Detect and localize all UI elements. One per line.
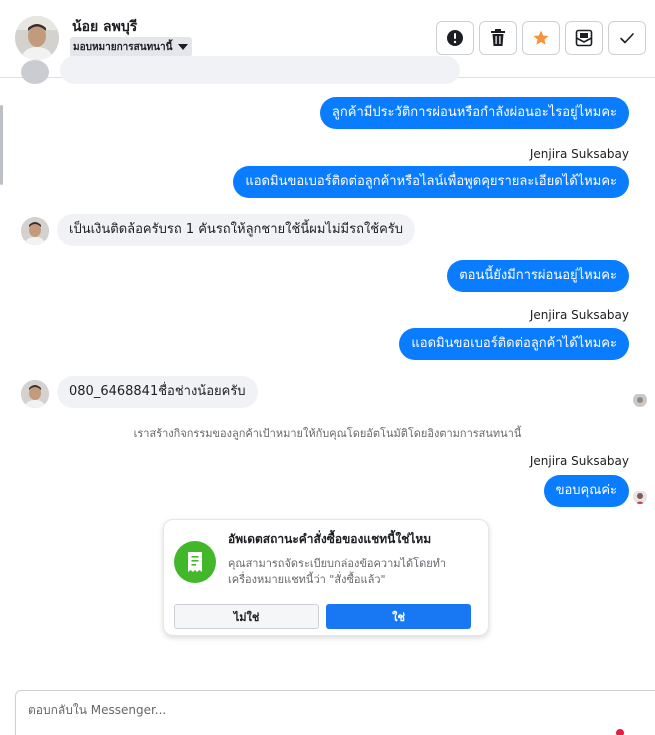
reply-composer — [15, 690, 655, 735]
contact-avatar-small — [21, 217, 49, 245]
envelope-icon — [575, 29, 593, 47]
assign-conversation-dropdown[interactable]: มอบหมายการสนทนานี้ — [70, 37, 193, 57]
message-bubble-partial — [60, 56, 460, 84]
card-title: อัพเดตสถานะคำสั่งซื้อของแชทนี้ใช่ไหม — [228, 532, 432, 546]
contact-avatar-small — [21, 60, 49, 84]
trash-icon — [491, 29, 505, 46]
receipt-icon — [174, 541, 216, 583]
mark-done-button[interactable] — [608, 21, 646, 55]
system-note: เราสร้างกิจกรรมของลูกค้าเป้าหมายให้กับคุ… — [133, 427, 522, 440]
yes-button[interactable]: ใช่ — [326, 604, 471, 629]
chevron-down-icon — [178, 44, 189, 50]
sender-name: Jenjira Suksabay — [529, 454, 629, 468]
delete-button[interactable] — [479, 21, 517, 55]
seen-avatar — [633, 490, 647, 504]
message-bubble: แอดมินขอเบอร์ติดต่อลูกค้าได้ไหมคะ — [399, 328, 629, 360]
star-button[interactable] — [522, 21, 560, 55]
alert-icon — [447, 30, 463, 46]
scrollbar[interactable] — [0, 105, 3, 185]
message-bubble: แอดมินขอเบอร์ติดต่อลูกค้าหรือไลน์เพื่อพู… — [233, 166, 629, 198]
check-icon — [620, 33, 634, 44]
message-bubble: เป็นเงินติดล้อครับรถ 1 คันรถให้ลูกชายใช้… — [57, 214, 416, 246]
mark-spam-button[interactable] — [436, 21, 474, 55]
message-bubble: ขอบคุณค่ะ — [543, 475, 629, 507]
message-bubble: ตอนนี้ยังมีการผ่อนอยู่ไหมคะ — [447, 260, 629, 292]
sender-name: Jenjira Suksabay — [529, 308, 629, 322]
assign-label: มอบหมายการสนทนานี้ — [73, 41, 173, 53]
no-button[interactable]: ไม่ใช่ — [174, 604, 319, 629]
card-body: คุณสามารถจัดระเบียบกล่องข้อความได้โดยทำเ… — [228, 557, 447, 586]
order-status-card: อัพเดตสถานะคำสั่งซื้อของแชทนี้ใช่ไหม คุณ… — [163, 519, 489, 636]
notification-dot — [616, 729, 624, 735]
message-bubble: 080_6468841ชื่อช่างน้อยครับ — [57, 376, 258, 408]
reply-input[interactable] — [28, 703, 588, 717]
mark-unread-button[interactable] — [565, 21, 603, 55]
contact-avatar-small — [21, 380, 49, 408]
seen-avatar — [633, 393, 647, 407]
contact-name[interactable]: น้อย ลพบุรี — [72, 16, 137, 38]
sender-name: Jenjira Suksabay — [529, 147, 629, 161]
message-bubble: ลูกค้ามีประวัติการผ่อนหรือกำลังผ่อนอะไรอ… — [319, 97, 629, 129]
star-icon — [533, 30, 549, 45]
contact-avatar[interactable] — [15, 16, 59, 60]
